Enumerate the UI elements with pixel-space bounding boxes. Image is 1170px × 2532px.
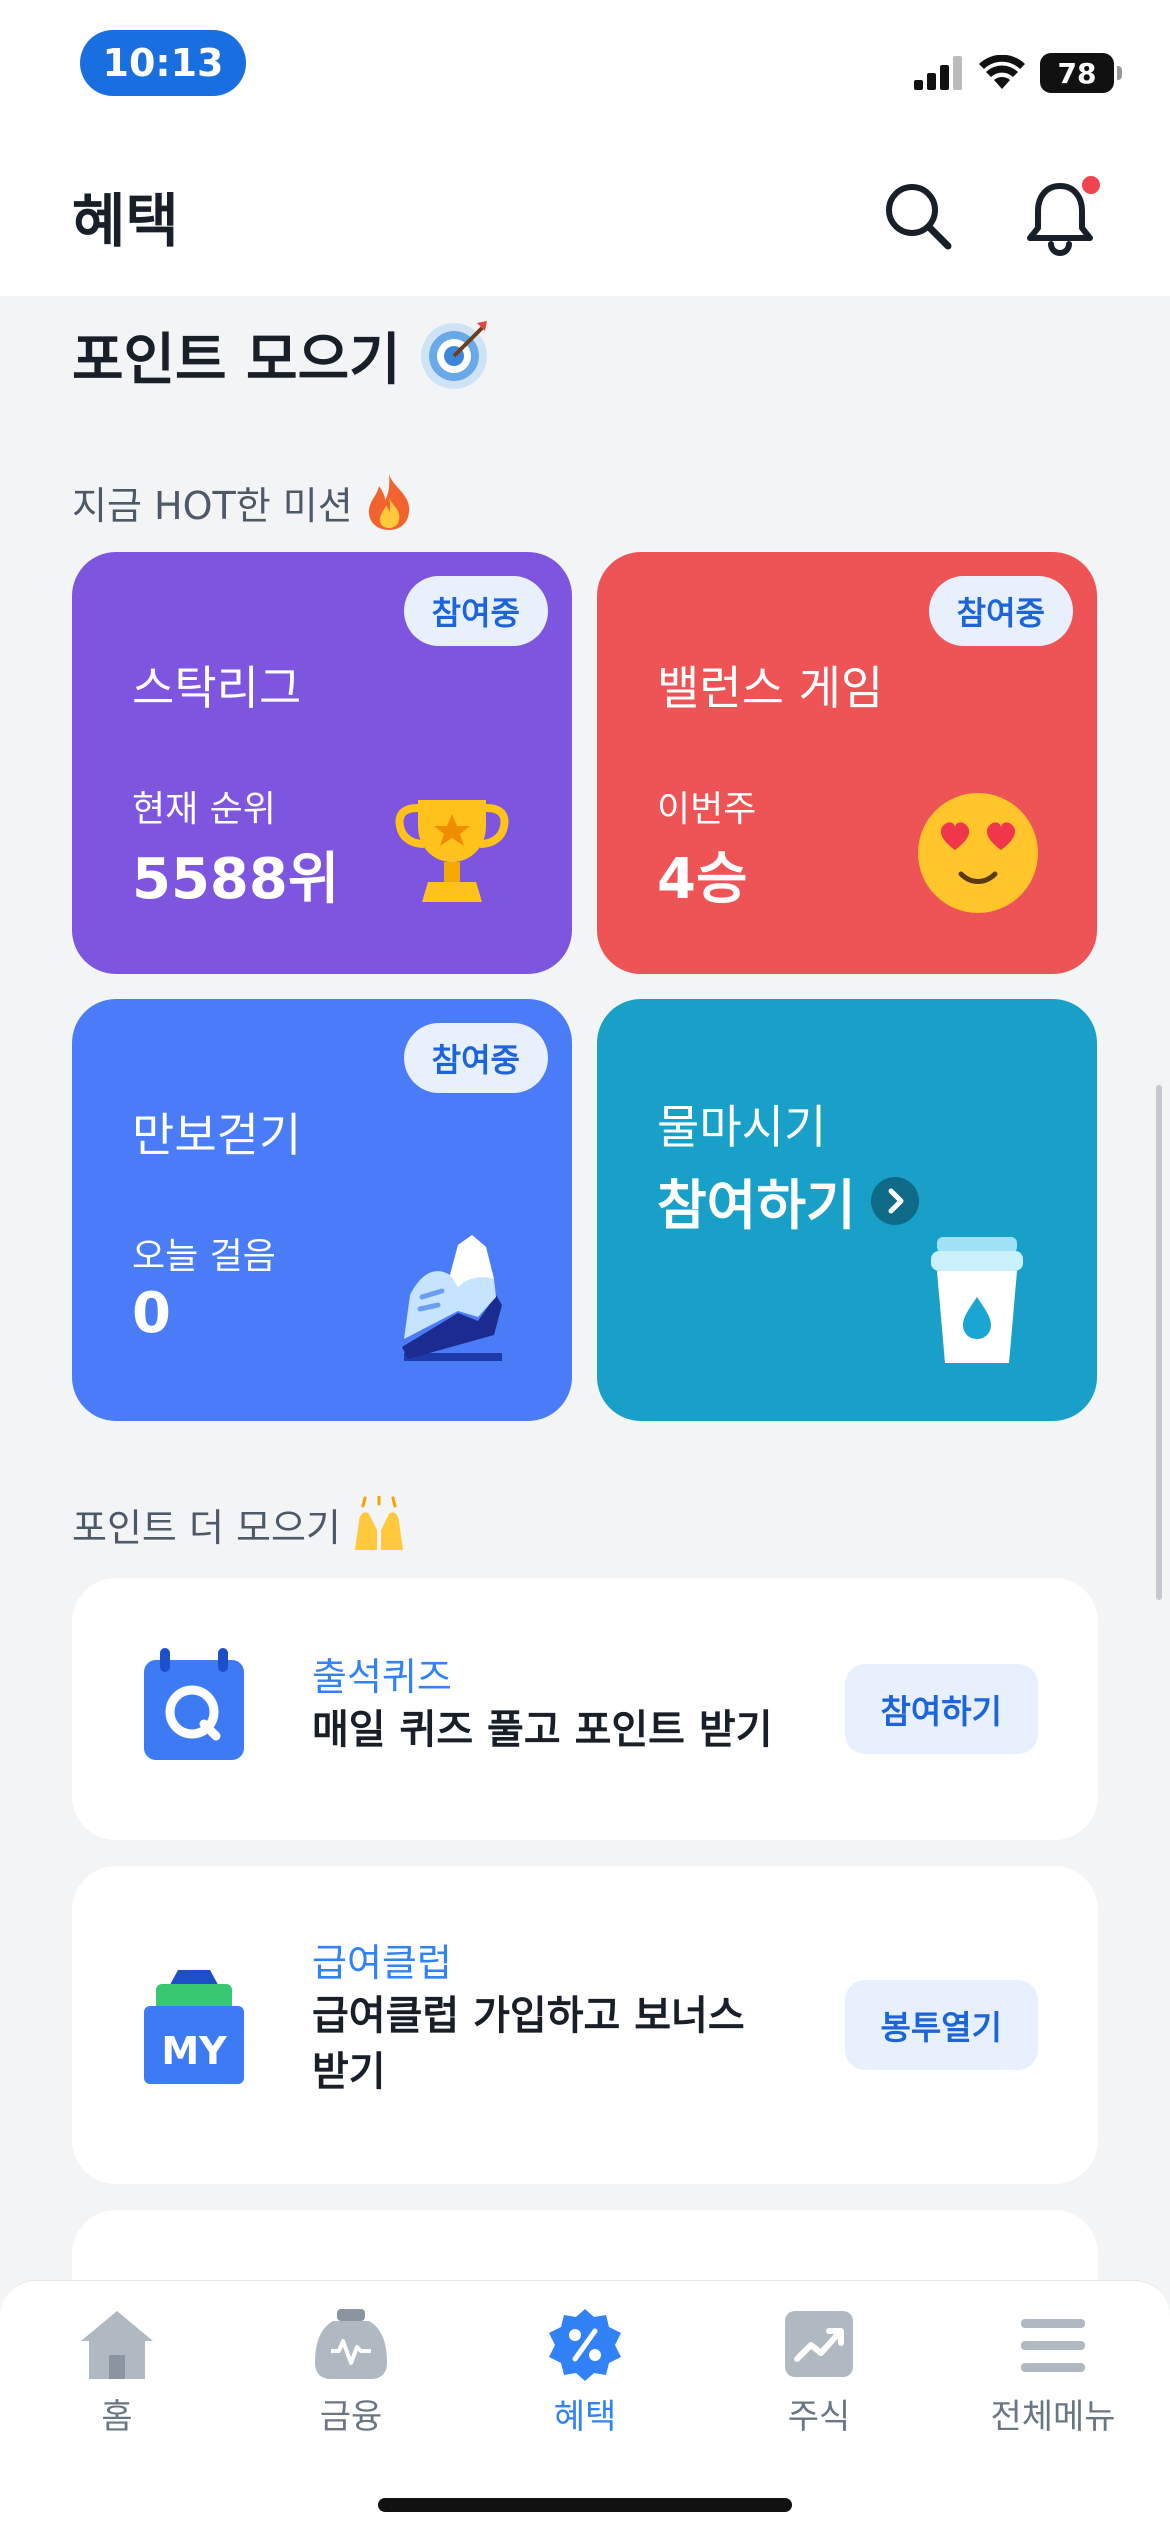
fire-icon (368, 474, 409, 530)
card-title: 스탁리그 (132, 661, 302, 715)
list-item-salary-club[interactable]: MY 급여클럽 급여클럽 가입하고 보너스 받기 봉투열기 (72, 1866, 1098, 2184)
mission-card-drink-water[interactable]: 물마시기 참여하기 (597, 999, 1097, 1421)
search-icon (886, 184, 952, 250)
list-item-description: 매일 퀴즈 풀고 포인트 받기 (312, 1707, 773, 1753)
more-points-title: 포인트 더 모으기 (72, 1496, 407, 1552)
card-label: 오늘 걸음 (132, 1236, 276, 1277)
join-button[interactable]: 참여하기 (844, 1664, 1038, 1754)
tab-label: 혜택 (553, 2397, 617, 2437)
trophy-icon (395, 800, 509, 902)
tab-finance[interactable]: 금융 (234, 2309, 468, 2438)
tab-menu[interactable]: 전체메뉴 (936, 2309, 1170, 2438)
join-cta-label: 참여하기 (657, 1174, 856, 1237)
status-bar: 10:13 78 (0, 0, 1170, 130)
salary-envelope-icon: MY (144, 1970, 244, 2084)
mission-card-walking[interactable]: 참여중 만보걷기 오늘 걸음 0 (72, 999, 572, 1421)
hot-missions-title: 지금 HOT한 미션 (72, 472, 415, 532)
envelope-label: MY (161, 2029, 227, 2073)
app-header: 혜택 (0, 130, 1170, 296)
card-value: 0 (132, 1281, 171, 1346)
menu-icon (1021, 2319, 1085, 2372)
tab-label: 홈 (101, 2397, 133, 2437)
wifi-icon (979, 55, 1025, 89)
tab-home[interactable]: 홈 (0, 2309, 234, 2438)
list-item-kicker: 급여클럽 (312, 1941, 452, 1985)
battery-indicator: 78 (1040, 53, 1122, 93)
status-icons: 78 (914, 48, 1122, 98)
hot-missions-title-text: 지금 HOT한 미션 (72, 483, 353, 528)
card-title: 밸런스 게임 (657, 661, 884, 715)
mission-card-balance-game[interactable]: 참여중 밸런스 게임 이번주 4승 (597, 552, 1097, 974)
tab-label: 주식 (787, 2397, 851, 2437)
benefit-icon (549, 2309, 621, 2381)
section-title: 포인트 모으기 (72, 315, 491, 396)
list-item-description: 급여클럽 가입하고 보너스 받기 (312, 1993, 745, 2095)
page-title: 혜택 (72, 187, 179, 255)
chevron-right-icon (870, 1176, 919, 1225)
cellular-signal-icon (914, 56, 962, 90)
heart-eyes-emoji-icon (918, 793, 1038, 913)
card-value: 4승 (657, 847, 748, 912)
card-value: 5588위 (132, 847, 340, 912)
participating-badge: 참여중 (403, 1023, 548, 1093)
join-cta[interactable]: 참여하기 (657, 1161, 920, 1240)
notification-button[interactable] (1020, 176, 1100, 256)
bottom-tab-bar: 홈 금융 혜택 주식 전체메뉴 (0, 2280, 1170, 2532)
more-points-title-text: 포인트 더 모으기 (72, 1505, 341, 1550)
raising-hands-icon (354, 1496, 403, 1550)
card-label: 현재 순위 (132, 789, 276, 830)
section-title-text: 포인트 모으기 (72, 328, 401, 393)
home-indicator (378, 2498, 792, 2512)
sneaker-icon (402, 1235, 502, 1361)
list-item-kicker: 출석퀴즈 (312, 1655, 452, 1699)
open-envelope-button[interactable]: 봉투열기 (844, 1980, 1038, 2070)
target-icon (420, 320, 487, 389)
chart-icon (785, 2311, 853, 2377)
card-label: 이번주 (657, 789, 757, 830)
quiz-calendar-icon (144, 1648, 244, 1760)
card-title: 만보걷기 (132, 1108, 302, 1162)
mission-card-stock-league[interactable]: 참여중 스탁리그 현재 순위 5588위 (72, 552, 572, 974)
water-cup-icon (931, 1237, 1023, 1363)
tab-label: 금융 (319, 2397, 383, 2437)
home-icon (81, 2311, 153, 2379)
scrollbar[interactable] (1156, 1085, 1162, 1600)
status-time: 10:13 (80, 30, 246, 96)
participating-badge: 참여중 (928, 576, 1073, 646)
participating-badge: 참여중 (403, 576, 548, 646)
tab-label: 전체메뉴 (990, 2397, 1116, 2437)
wallet-icon (315, 2309, 387, 2379)
tab-benefits[interactable]: 혜택 (468, 2309, 702, 2438)
benefits-screen: 10:13 78 혜택 포인트 모으기 지금 HOT한 미션 참여중 스탁리그 … (0, 0, 1170, 2532)
notification-dot (1082, 176, 1100, 194)
tab-stocks[interactable]: 주식 (702, 2309, 936, 2438)
list-item-attendance-quiz[interactable]: 출석퀴즈 매일 퀴즈 풀고 포인트 받기 참여하기 (72, 1578, 1098, 1840)
card-title: 물마시기 (657, 1100, 827, 1154)
search-button[interactable] (878, 176, 958, 256)
